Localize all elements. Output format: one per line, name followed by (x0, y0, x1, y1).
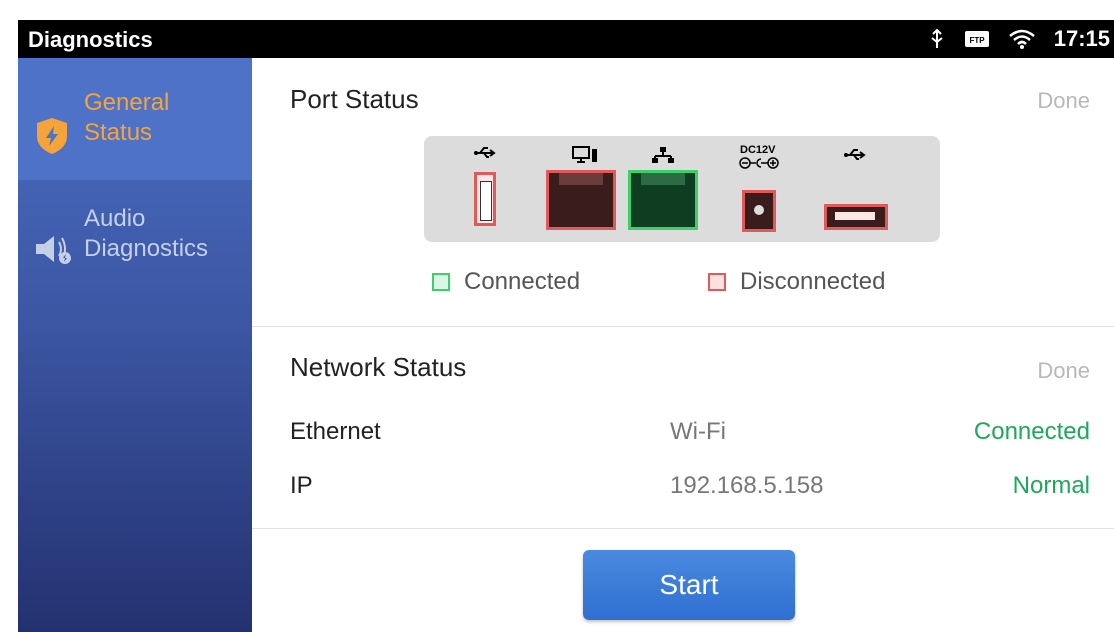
row-key: Ethernet (290, 418, 381, 445)
usb-port-2 (824, 204, 888, 230)
row-status: Connected (973, 418, 1090, 445)
row-value: Wi-Fi (670, 418, 726, 445)
start-button[interactable]: Start (583, 550, 795, 620)
row-key: IP (290, 472, 313, 499)
port-panel: DC12V (424, 136, 940, 242)
wifi-icon (1008, 28, 1036, 50)
sidebar-label-line2: Status (84, 119, 153, 146)
sidebar-label-line2: Diagnostics (84, 235, 209, 262)
port-status-done: Done (1037, 88, 1090, 113)
network-icon (652, 146, 674, 169)
diagnostics-screen: Diagnostics FTP 17:15 General Status Aud… (0, 0, 1114, 632)
status-bar-area: Diagnostics FTP 17:15 (0, 0, 1114, 58)
sidebar: General Status Audio Diagnostics (18, 58, 252, 632)
table-row: Ethernet Wi-Fi Connected (290, 418, 1090, 452)
row-value: 192.168.5.158 (670, 472, 824, 499)
legend-disconnected-swatch (708, 273, 726, 291)
pc-port (546, 170, 616, 230)
usb-debug-icon (928, 28, 946, 50)
sidebar-label-line1: General (84, 89, 170, 116)
legend-disconnected: Disconnected (708, 268, 885, 296)
ftp-icon: FTP (964, 30, 990, 48)
usb-icon (474, 146, 496, 165)
dc-polarity-icon (738, 156, 780, 175)
port-status-title: Port Status (290, 84, 419, 114)
legend-connected-swatch (432, 273, 450, 291)
main-content: Port Status Done DC12V Connected Disconn… (252, 58, 1114, 632)
sidebar-item-label: Audio Diagnostics (84, 204, 208, 264)
svg-text:FTP: FTP (969, 36, 985, 45)
row-status: Normal (1012, 472, 1090, 499)
dc-label: DC12V (740, 144, 776, 156)
lan-port (628, 170, 698, 230)
shield-bolt-icon (34, 116, 70, 161)
sidebar-item-general-status[interactable]: General Status (18, 58, 252, 180)
computer-icon (572, 146, 598, 169)
sidebar-item-audio-diagnostics[interactable]: Audio Diagnostics (18, 180, 252, 302)
legend-connected-label: Connected (464, 268, 581, 295)
sidebar-item-label: General Status (84, 88, 169, 148)
status-bar: Diagnostics FTP 17:15 (18, 20, 1114, 58)
network-status-title: Network Status (290, 352, 467, 382)
table-row: IP 192.168.5.158 Normal (290, 472, 1090, 506)
dc-power-port (742, 190, 776, 232)
section-divider (252, 326, 1114, 327)
section-divider (252, 528, 1114, 529)
network-status-done: Done (1037, 358, 1090, 383)
sidebar-label-line1: Audio (84, 205, 146, 232)
usb-icon (844, 148, 866, 167)
status-icons: FTP 17:15 (928, 20, 1114, 58)
app-title: Diagnostics (28, 27, 153, 52)
legend-connected: Connected (432, 268, 580, 296)
usb-port-1 (474, 172, 496, 226)
legend-disconnected-label: Disconnected (740, 268, 886, 295)
speaker-icon (34, 232, 74, 271)
clock: 17:15 (1053, 26, 1110, 51)
